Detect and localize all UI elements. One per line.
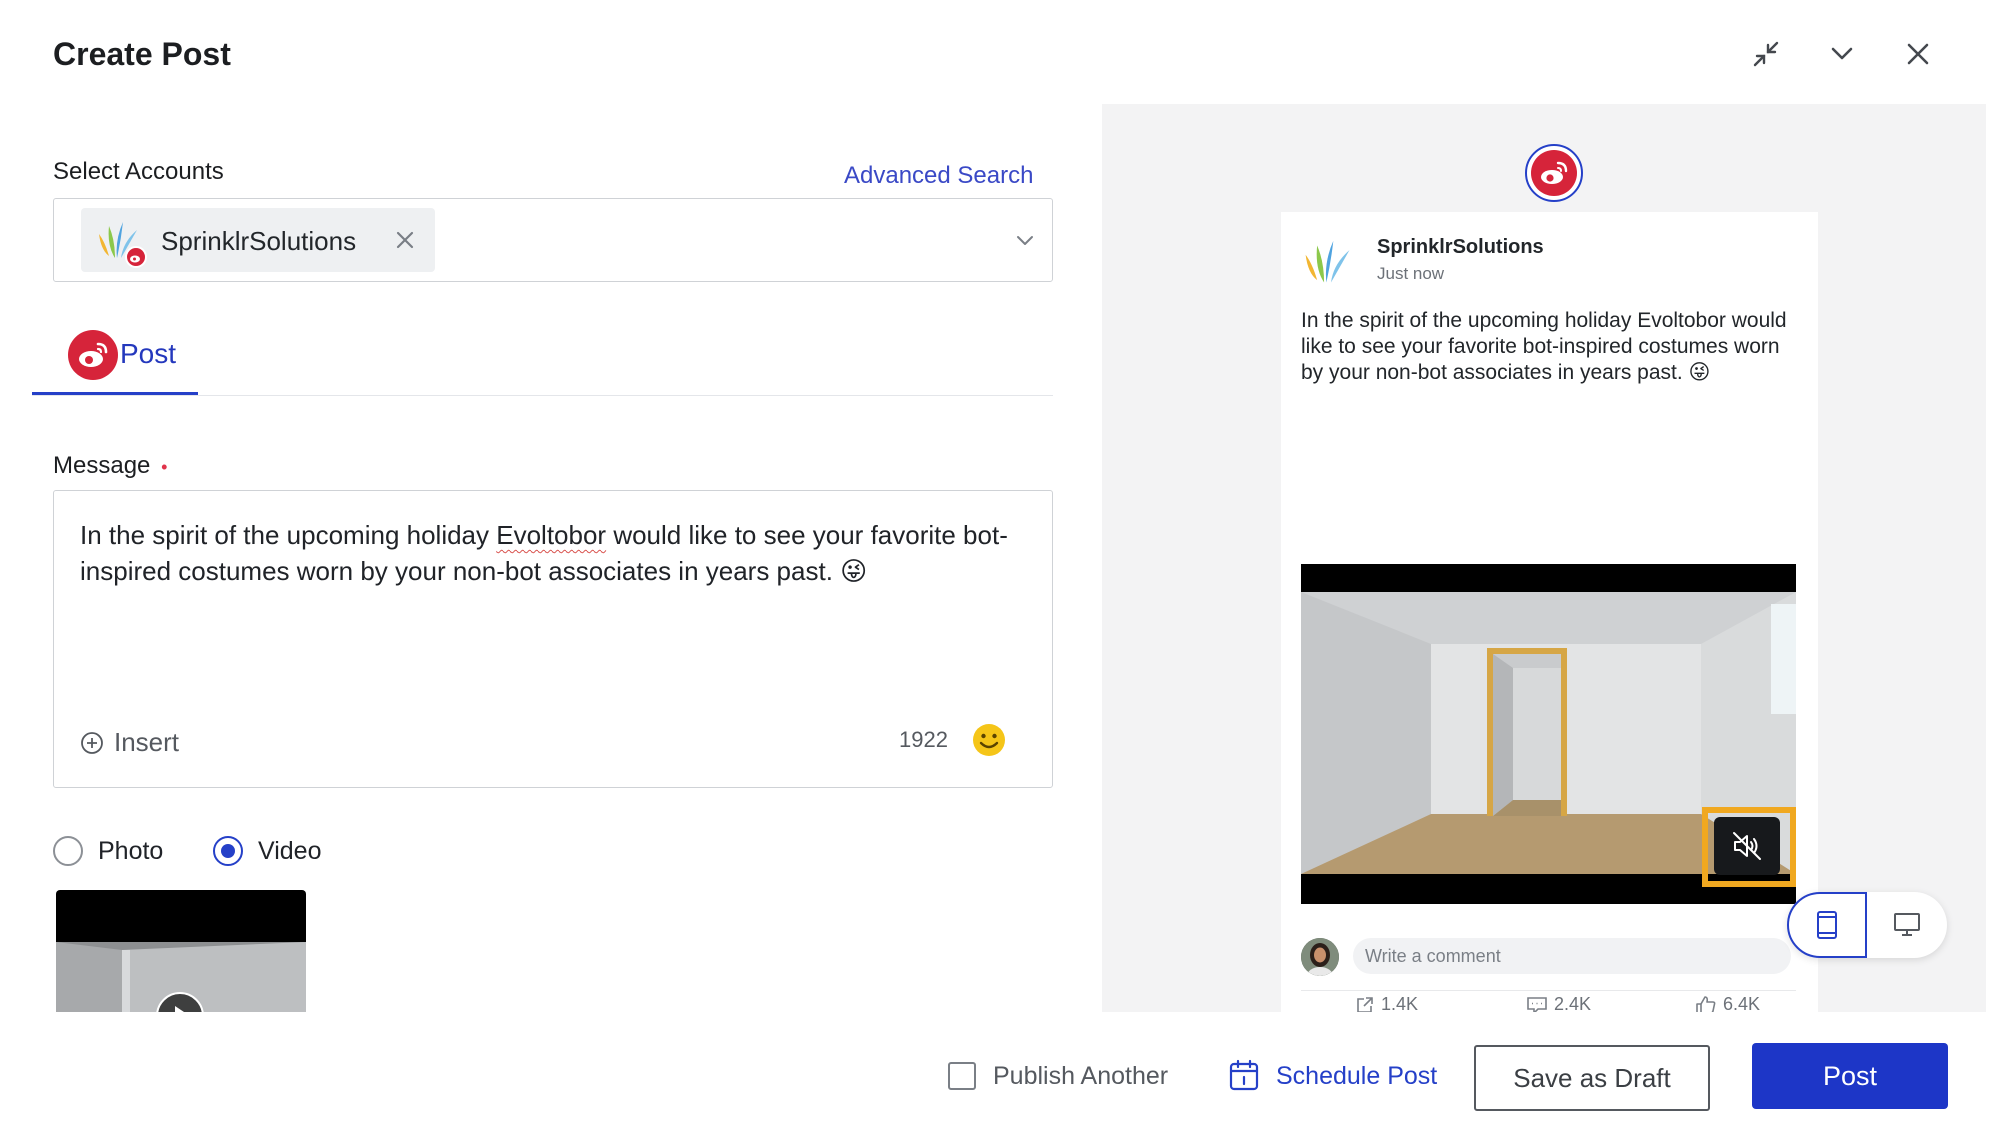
- video-thumbnail[interactable]: [56, 890, 306, 1012]
- mobile-icon: [1817, 911, 1837, 939]
- mute-icon[interactable]: [1714, 817, 1780, 875]
- preview-network-selector[interactable]: [1525, 144, 1583, 202]
- minimize-icon[interactable]: [1748, 36, 1784, 72]
- close-icon[interactable]: [1900, 36, 1936, 72]
- sprinklr-avatar-icon: [1301, 234, 1361, 294]
- preview-device-toggle: [1787, 892, 1947, 958]
- share-icon: [1357, 996, 1373, 1012]
- required-marker: •: [161, 457, 168, 477]
- preview-timestamp: Just now: [1377, 264, 1445, 283]
- like-stat[interactable]: 6.4K: [1695, 994, 1760, 1012]
- chevron-down-icon[interactable]: [1824, 36, 1860, 72]
- sprinklr-logo-icon: [95, 216, 147, 268]
- message-label: Message •: [53, 452, 168, 479]
- preview-card: SprinklrSolutions Just now In the spirit…: [1281, 212, 1818, 1012]
- insert-button[interactable]: Insert: [80, 727, 179, 758]
- weibo-icon: [1531, 150, 1577, 196]
- tab-divider: [32, 395, 1053, 396]
- save-draft-button[interactable]: Save as Draft: [1474, 1045, 1710, 1111]
- play-icon[interactable]: [156, 992, 204, 1012]
- card-divider: [1301, 990, 1796, 991]
- preview-video[interactable]: [1301, 564, 1796, 904]
- select-accounts-label: Select Accounts: [53, 158, 224, 185]
- tab-active-indicator: [32, 392, 198, 395]
- account-chip: SprinklrSolutions: [81, 208, 435, 272]
- schedule-post-link[interactable]: Schedule Post: [1276, 1062, 1437, 1091]
- video-radio-label: Video: [258, 837, 322, 865]
- dropdown-chevron-icon[interactable]: [1012, 227, 1038, 253]
- publish-another-checkbox[interactable]: [948, 1062, 976, 1090]
- comment-input[interactable]: Write a comment: [1353, 938, 1791, 974]
- insert-label: Insert: [114, 727, 180, 757]
- plus-circle-icon: [81, 731, 103, 754]
- mobile-view-button[interactable]: [1787, 892, 1867, 958]
- account-chip-name: SprinklrSolutions: [161, 226, 357, 256]
- comment-icon: [1527, 996, 1547, 1012]
- weibo-badge-icon: [125, 246, 147, 268]
- character-count: 1922: [899, 727, 948, 752]
- emoji-icon[interactable]: [972, 723, 1006, 757]
- tab-post-label: Post: [120, 338, 177, 369]
- photo-radio-label: Photo: [98, 837, 164, 865]
- avatar: [1301, 938, 1339, 976]
- publish-another-label: Publish Another: [993, 1062, 1169, 1090]
- desktop-view-button[interactable]: [1867, 892, 1947, 958]
- modal-title: Create Post: [53, 36, 231, 72]
- comment-stat[interactable]: 2.4K: [1526, 994, 1591, 1012]
- account-selector[interactable]: SprinklrSolutions: [53, 198, 1053, 282]
- comment-row: Write a comment: [1301, 934, 1796, 980]
- modal-header: Create Post: [0, 0, 1996, 104]
- preview-account-name: SprinklrSolutions: [1377, 236, 1544, 258]
- preview-panel: SprinklrSolutions Just now In the spirit…: [1102, 104, 1986, 1012]
- remove-account-icon[interactable]: [391, 226, 419, 254]
- compose-panel: Select Accounts Advanced Search Sprinklr…: [12, 104, 1102, 1012]
- share-stat[interactable]: 1.4K: [1355, 994, 1418, 1012]
- message-text[interactable]: In the spirit of the upcoming holiday Ev…: [80, 517, 1020, 589]
- weibo-icon: [68, 330, 118, 380]
- thumbs-up-icon: [1696, 995, 1716, 1012]
- post-button[interactable]: Post: [1752, 1043, 1948, 1109]
- preview-message: In the spirit of the upcoming holiday Ev…: [1301, 309, 1787, 384]
- desktop-icon: [1894, 913, 1920, 936]
- message-textarea[interactable]: In the spirit of the upcoming holiday Ev…: [53, 490, 1053, 788]
- photo-radio[interactable]: [53, 836, 83, 866]
- calendar-icon[interactable]: [1228, 1058, 1260, 1092]
- advanced-search-link[interactable]: Advanced Search: [844, 162, 1033, 190]
- misspelled-word: Evoltobor: [496, 520, 607, 550]
- video-radio[interactable]: [213, 836, 243, 866]
